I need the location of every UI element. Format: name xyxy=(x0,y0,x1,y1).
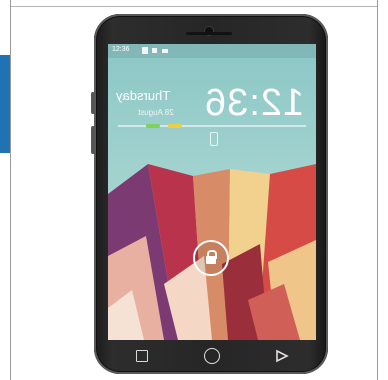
small-mark-icon xyxy=(210,132,218,146)
triangle-icon xyxy=(276,349,289,363)
signal-icon xyxy=(152,48,157,53)
power-button xyxy=(91,126,95,154)
top-frame-line xyxy=(10,0,378,7)
back-button[interactable] xyxy=(274,348,290,364)
left-accent-bar xyxy=(0,55,10,153)
wifi-icon xyxy=(162,49,168,53)
right-frame xyxy=(377,0,388,380)
recent-apps-button[interactable] xyxy=(134,348,150,364)
lockscreen-clock: 12:36 xyxy=(203,82,304,124)
lock-icon-body xyxy=(206,256,216,264)
lockscreen-date: 28 August xyxy=(138,108,174,117)
phone-screen: 12:36 12:36 Thursday 28 August xyxy=(108,44,316,340)
status-time: 12:36 xyxy=(112,46,130,53)
lockscreen-day: Thursday xyxy=(116,88,171,103)
circle-icon xyxy=(204,348,220,364)
status-bar: 12:36 xyxy=(108,44,316,58)
volume-button xyxy=(91,92,95,114)
left-frame xyxy=(0,0,11,380)
nav-bar xyxy=(108,340,316,370)
home-button[interactable] xyxy=(204,348,220,364)
square-icon xyxy=(136,350,148,362)
unlock-button[interactable] xyxy=(193,240,229,276)
earpiece-speaker xyxy=(186,32,232,35)
divider-accent-yellow xyxy=(168,124,182,128)
battery-icon xyxy=(142,47,148,54)
divider-accent-green xyxy=(146,124,160,128)
